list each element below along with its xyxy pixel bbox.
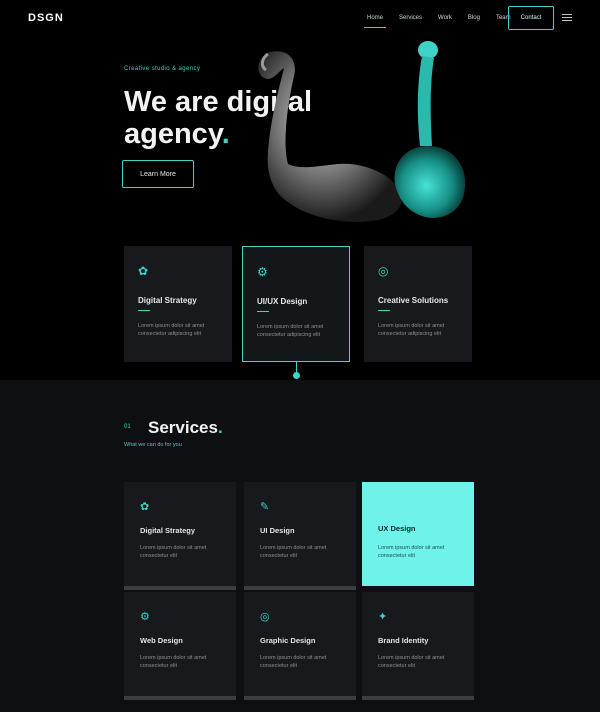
- service-title: Web Design: [140, 636, 183, 645]
- service-title: UI Design: [260, 526, 295, 535]
- main-nav: Home Services Work Blog Team: [364, 8, 514, 28]
- pen-icon: ✎: [260, 501, 270, 513]
- service-title: Graphic Design: [260, 636, 316, 645]
- target-icon: ◎: [260, 611, 270, 623]
- accent-bar: [257, 311, 269, 312]
- feature-card-uiux[interactable]: ⚙ UI/UX Design Lorem ipsum dolor sit ame…: [242, 246, 350, 362]
- feature-text: Lorem ipsum dolor sit amet consectetur a…: [138, 323, 205, 337]
- nav-item-blog[interactable]: Blog: [465, 12, 483, 24]
- service-card-ui[interactable]: ✎ UI Design Lorem ipsum dolor sit amet c…: [244, 482, 356, 590]
- logo[interactable]: DSGN: [28, 12, 64, 24]
- card-base: [362, 696, 474, 700]
- service-text: Lorem ipsum dolor sit amet consectetur e…: [378, 545, 445, 559]
- service-card-ux[interactable]: UX Design Lorem ipsum dolor sit amet con…: [362, 482, 474, 586]
- service-text: Lorem ipsum dolor sit amet consectetur e…: [140, 655, 207, 669]
- service-title: UX Design: [378, 524, 416, 533]
- learn-more-button[interactable]: Learn More: [122, 160, 194, 188]
- services-heading: Services.: [148, 418, 223, 438]
- service-text: Lorem ipsum dolor sit amet consectetur e…: [378, 655, 445, 669]
- service-text: Lorem ipsum dolor sit amet consectetur e…: [260, 545, 327, 559]
- card-base: [244, 586, 356, 590]
- nav-item-work[interactable]: Work: [435, 12, 455, 24]
- service-card-strategy[interactable]: ✿ Digital Strategy Lorem ipsum dolor sit…: [124, 482, 236, 590]
- gear-icon: ⚙: [140, 611, 150, 623]
- teal-flamingo-image: [394, 41, 466, 218]
- star-icon: ✦: [378, 611, 388, 623]
- feature-title: Digital Strategy: [138, 296, 197, 305]
- service-text: Lorem ipsum dolor sit amet consectetur e…: [140, 545, 207, 559]
- services-subtitle: What we can do for you: [124, 442, 182, 448]
- hero-eyebrow: Creative studio & agency: [124, 66, 201, 72]
- hero-section: DSGN Home Services Work Blog Team Contac…: [0, 0, 600, 380]
- leaf-icon: ✿: [140, 501, 150, 513]
- service-text: Lorem ipsum dolor sit amet consectetur e…: [260, 655, 327, 669]
- gear-icon: ⚙: [257, 265, 268, 279]
- card-base: [244, 696, 356, 700]
- feature-title: Creative Solutions: [378, 296, 449, 305]
- service-card-brand[interactable]: ✦ Brand Identity Lorem ipsum dolor sit a…: [362, 592, 474, 700]
- card-base: [124, 696, 236, 700]
- feature-text: Lorem ipsum dolor sit amet consectetur a…: [257, 324, 324, 338]
- nav-item-services[interactable]: Services: [396, 12, 425, 24]
- service-card-web[interactable]: ⚙ Web Design Lorem ipsum dolor sit amet …: [124, 592, 236, 700]
- headline-dot: .: [221, 118, 230, 150]
- headline-line-2: agency: [124, 118, 222, 150]
- leaf-icon: ✿: [138, 264, 149, 278]
- accent-bar: [378, 310, 390, 311]
- feature-text: Lorem ipsum dolor sit amet consectetur a…: [378, 323, 445, 337]
- services-heading-text: Services: [148, 418, 218, 437]
- services-heading-dot: .: [217, 418, 223, 437]
- service-title: Digital Strategy: [140, 526, 196, 535]
- feature-card-creative[interactable]: ◎ Creative Solutions Lorem ipsum dolor s…: [364, 246, 472, 362]
- connector-dot: [293, 372, 300, 379]
- hamburger-icon[interactable]: [562, 12, 572, 22]
- section-number: 01: [124, 424, 131, 430]
- service-card-graphic[interactable]: ◎ Graphic Design Lorem ipsum dolor sit a…: [244, 592, 356, 700]
- accent-bar: [138, 310, 150, 311]
- card-base: [124, 586, 236, 590]
- feature-card-strategy[interactable]: ✿ Digital Strategy Lorem ipsum dolor sit…: [124, 246, 232, 362]
- target-icon: ◎: [378, 264, 389, 278]
- feature-title: UI/UX Design: [257, 297, 308, 306]
- nav-item-home[interactable]: Home: [364, 12, 387, 28]
- contact-button[interactable]: Contact: [508, 6, 554, 30]
- service-title: Brand Identity: [378, 636, 429, 645]
